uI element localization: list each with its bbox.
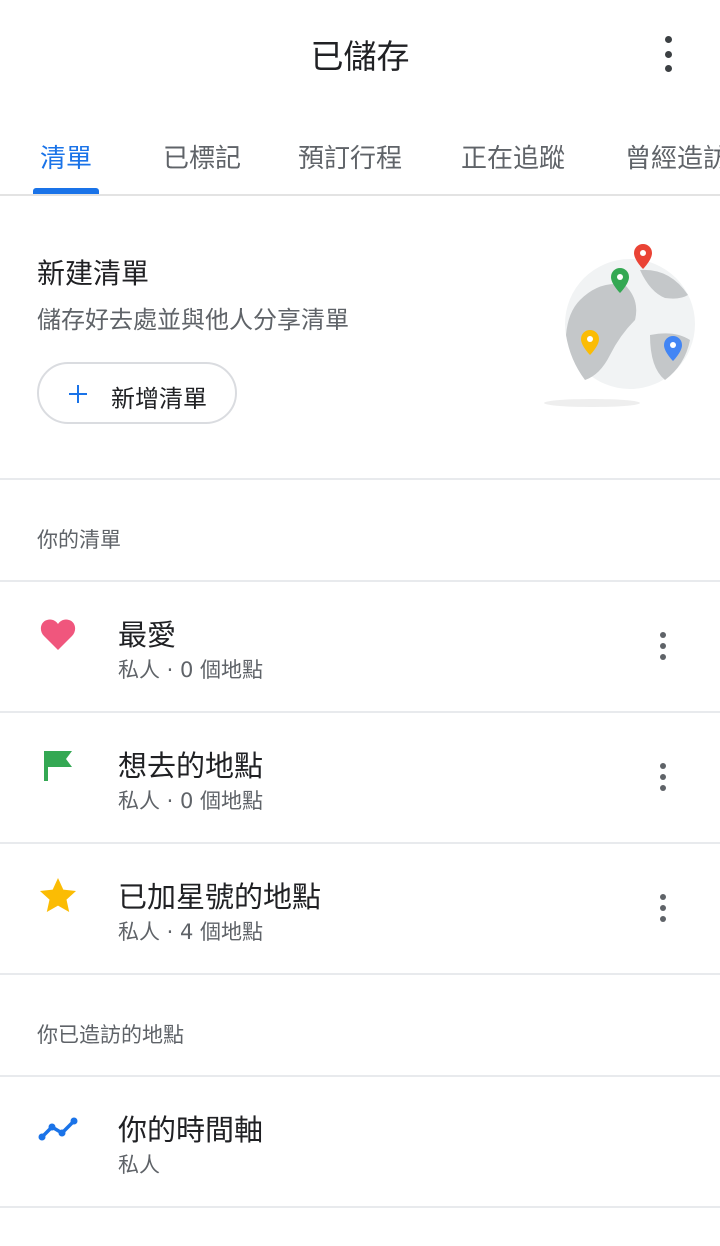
tab-following[interactable]: 正在追蹤 [461,138,565,175]
list-item-starred[interactable]: 已加星號的地點 私人 · 4 個地點 [0,844,720,975]
list-name: 想去的地點 [118,749,264,783]
tab-labeled[interactable]: 已標記 [163,138,241,175]
flag-icon [44,751,72,781]
tab-visited[interactable]: 曾經造訪 [625,138,720,175]
section-title: 你已造訪的地點 [37,1023,184,1047]
list-meta: 私人 [118,1153,160,1177]
heart-icon [40,619,76,650]
list-name: 已加星號的地點 [118,880,322,914]
more-vert-icon[interactable] [658,632,668,660]
list-meta: 私人 · 0 個地點 [118,789,264,813]
plus-icon [69,385,87,403]
tab-reservations[interactable]: 預訂行程 [298,138,402,175]
list-item-timeline[interactable]: 你的時間軸 私人 [0,1077,720,1208]
add-list-label: 新增清單 [111,385,207,413]
more-vert-icon[interactable] [658,894,668,922]
tab-bar: 清單 已標記 預訂行程 正在追蹤 曾經造訪 [0,112,720,196]
tab-lists[interactable]: 清單 [40,138,92,175]
list-name: 最愛 [118,618,177,652]
visited-places-header: 你已造訪的地點 [0,975,720,1077]
globe-illustration [544,244,695,407]
star-icon [40,878,76,912]
top-app-bar: 已儲存 [0,0,720,112]
new-list-title: 新建清單 [37,257,150,290]
more-vert-icon[interactable] [658,763,668,791]
page-title: 已儲存 [310,37,410,76]
more-options-icon[interactable] [656,36,680,72]
list-item-want-to-go[interactable]: 想去的地點 私人 · 0 個地點 [0,713,720,844]
timeline-icon [38,1117,78,1141]
list-meta: 私人 · 4 個地點 [118,920,264,944]
list-item-favorites[interactable]: 最愛 私人 · 0 個地點 [0,582,720,713]
active-tab-indicator [33,188,99,194]
your-lists-header: 你的清單 [0,480,720,582]
add-list-button[interactable]: 新增清單 [37,362,237,424]
section-title: 你的清單 [37,528,121,552]
list-meta: 私人 · 0 個地點 [118,658,264,682]
list-name: 你的時間軸 [118,1113,264,1147]
new-list-card: 新建清單 儲存好去處並與他人分享清單 新增清單 [0,196,720,480]
new-list-subtitle: 儲存好去處並與他人分享清單 [37,306,349,334]
